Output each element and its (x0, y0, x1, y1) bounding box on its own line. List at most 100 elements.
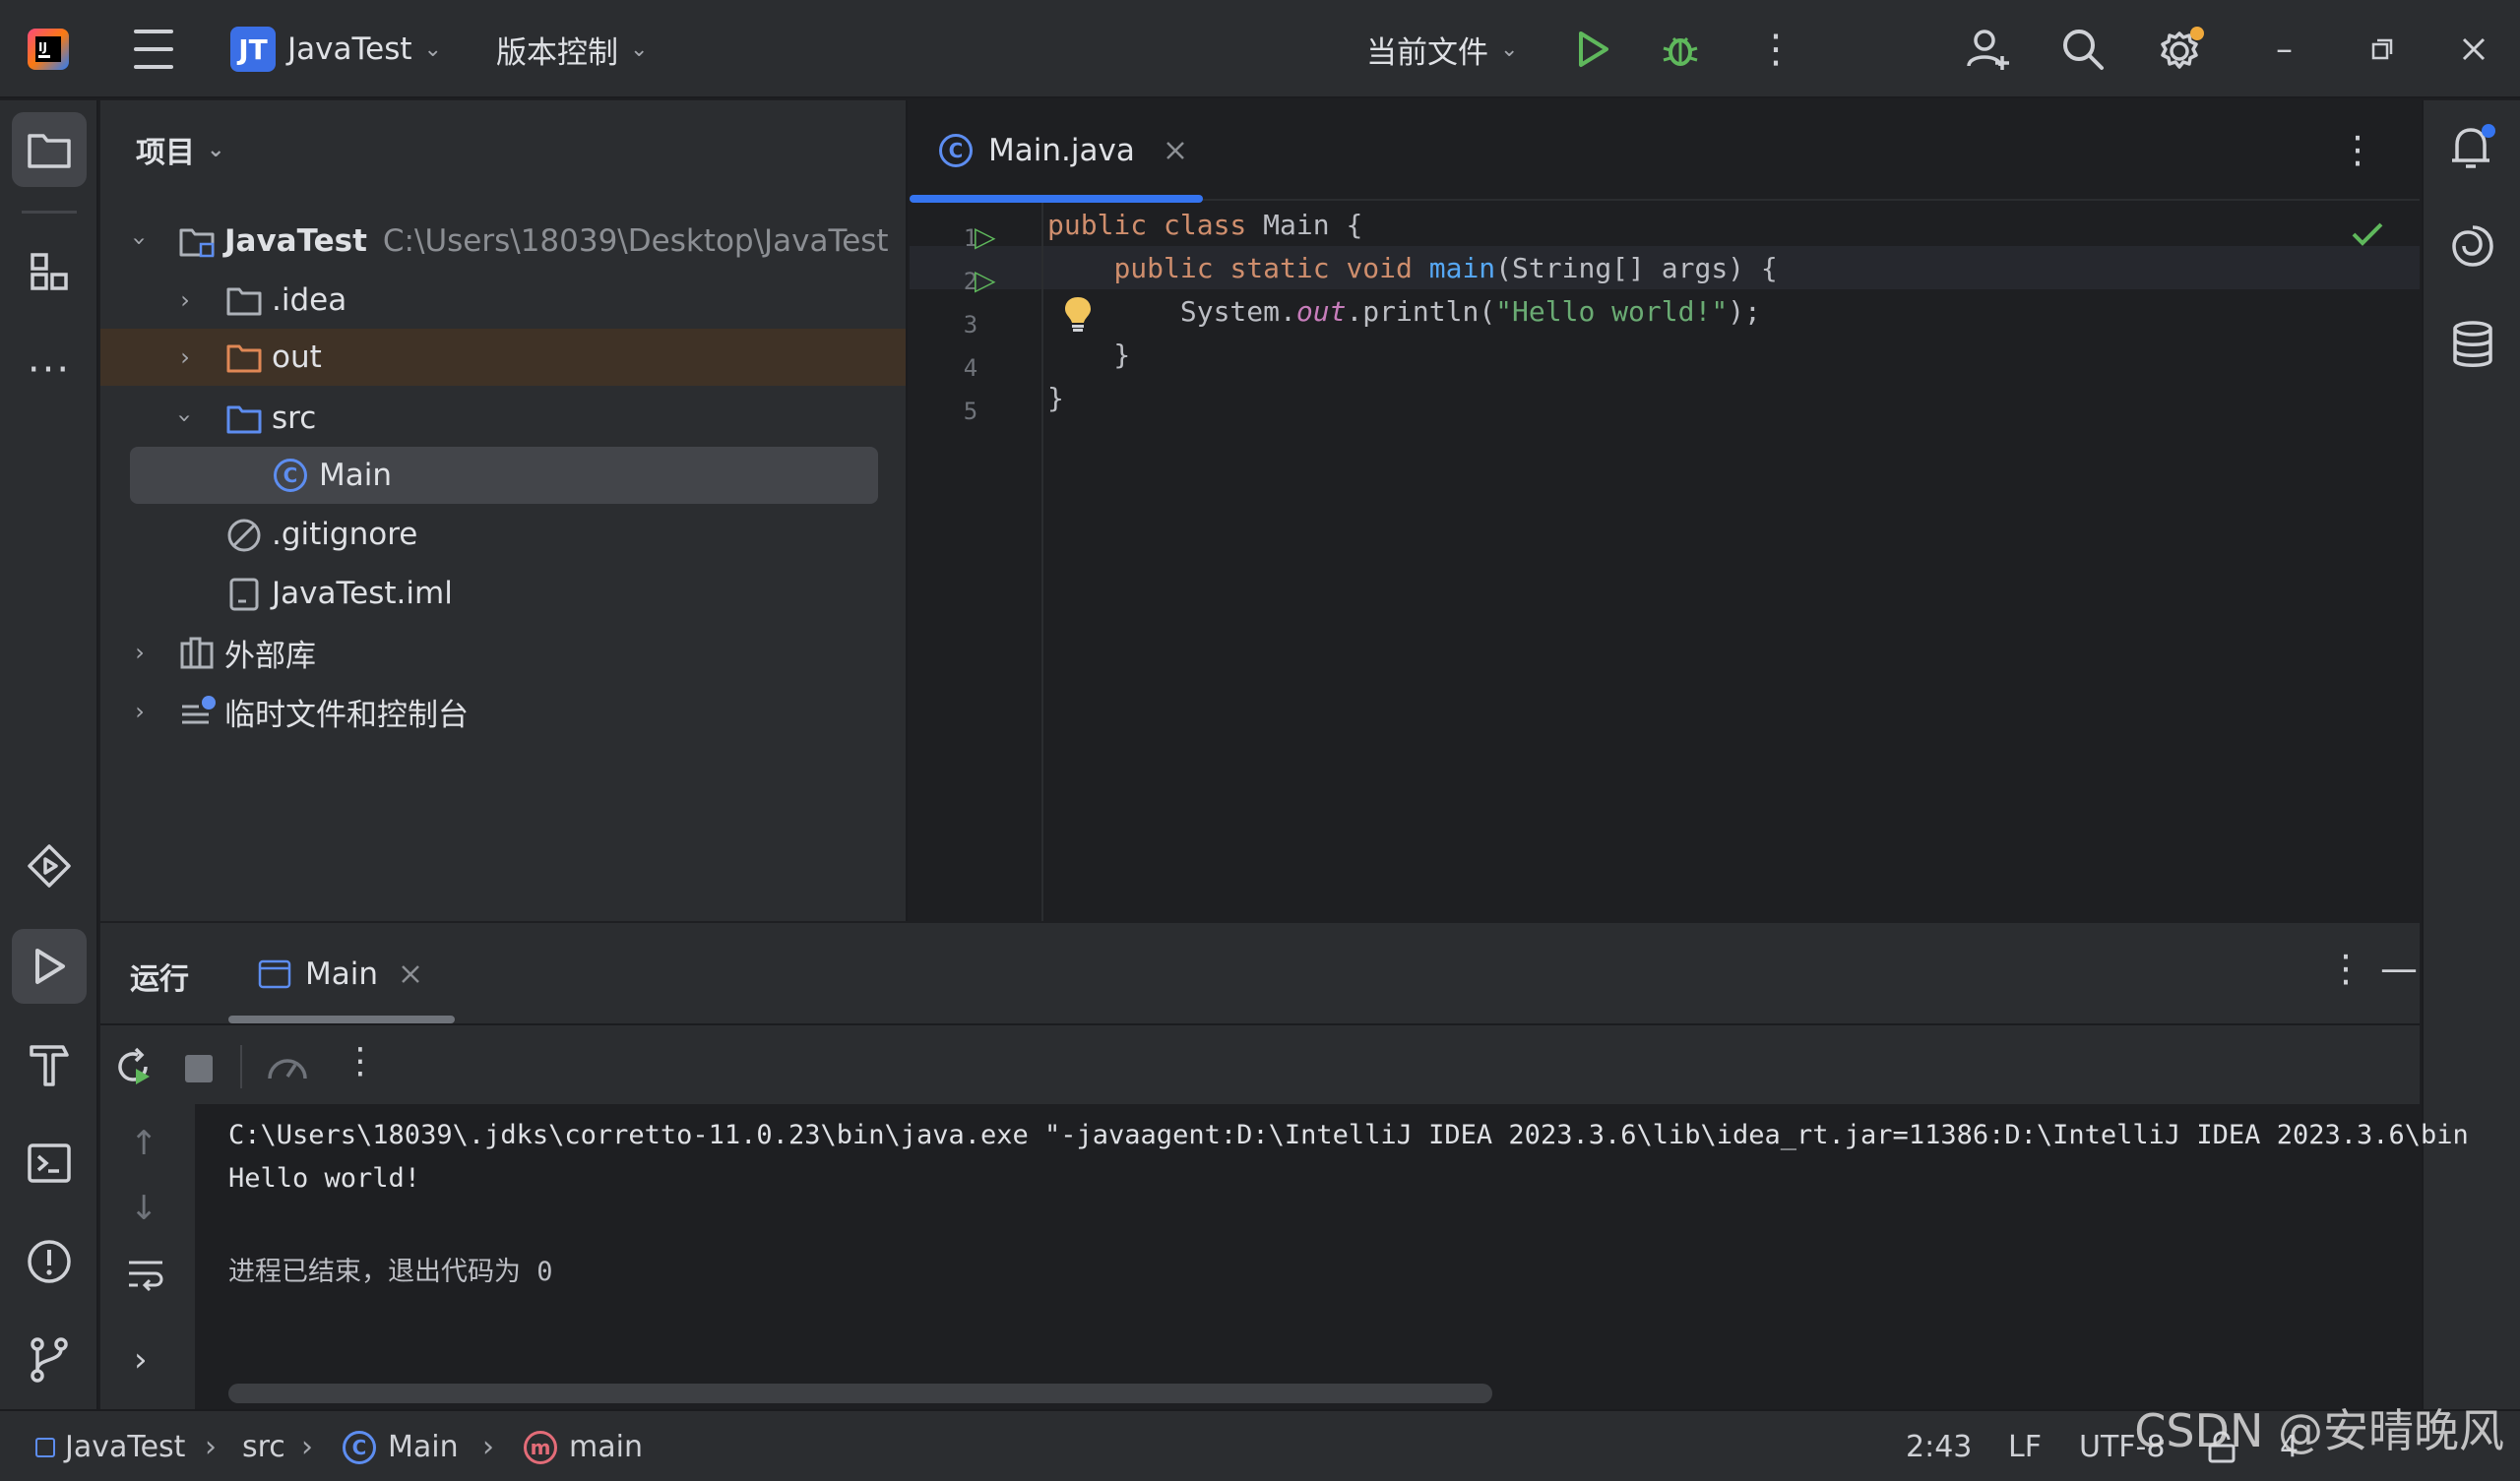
editor-tab-main-java[interactable]: C Main.java (910, 100, 1205, 203)
search-button[interactable] (2061, 0, 2105, 98)
run-gutter-icon[interactable]: ▷ (975, 220, 996, 253)
project-panel-header[interactable]: 项目 ⌄ (136, 128, 224, 171)
notifications-button[interactable] (2447, 122, 2498, 173)
project-selector[interactable]: JT JavaTest ⌄ (230, 0, 442, 98)
breadcrumb-main-method[interactable]: m main (524, 1411, 643, 1481)
run-tab-main[interactable]: Main (258, 923, 421, 1025)
watermark: CSDN @安晴晚风 (2134, 1404, 2504, 1457)
tree-item-src[interactable]: › src (100, 390, 906, 447)
run-icon (1579, 31, 1608, 67)
collapsed-arrow-icon[interactable]: › (128, 698, 152, 725)
soft-wrap-button[interactable] (126, 1258, 165, 1295)
scroll-up-icon[interactable]: ↑ (130, 1124, 158, 1163)
console-line: Hello world! (228, 1163, 421, 1194)
console-line: C:\Users\18039\.jdks\corretto-11.0.23\bi… (228, 1120, 2469, 1150)
services-tool-button[interactable] (12, 829, 87, 903)
more-tools-icon[interactable]: ··· (12, 333, 87, 407)
hammer-icon (30, 1045, 69, 1086)
static-field: out (1295, 294, 1347, 328)
close-tab-icon[interactable] (1165, 140, 1186, 161)
chevron-down-icon: ⌄ (1500, 36, 1519, 62)
terminal-tool-button[interactable] (12, 1126, 87, 1201)
main-menu-button[interactable] (134, 0, 173, 98)
close-tab-icon[interactable] (400, 963, 421, 985)
console-output[interactable]: C:\Users\18039\.jdks\corretto-11.0.23\bi… (195, 1104, 2469, 1409)
inspection-ok-icon[interactable] (2351, 220, 2384, 252)
tree-item-idea[interactable]: › .idea (100, 272, 906, 329)
editor-tab-label: Main.java (988, 133, 1135, 168)
hide-panel-icon[interactable]: — (2380, 947, 2420, 990)
tree-item-out[interactable]: › out (100, 329, 906, 386)
profiler-button[interactable] (266, 1047, 309, 1090)
code-line-2[interactable]: public static void main (String[] args) { (1047, 246, 1777, 289)
vcs-menu[interactable]: 版本控制 ⌄ (496, 0, 648, 98)
run-panel-title: 运行 (130, 962, 189, 997)
caret-position[interactable]: 2:43 (1906, 1411, 1972, 1481)
run-button[interactable] (1573, 0, 1612, 98)
more-actions-icon[interactable]: ⋮ (1756, 0, 1796, 98)
expanded-arrow-icon[interactable]: › (126, 229, 154, 253)
run-config-selector[interactable]: 当前文件 ⌄ (1366, 0, 1518, 98)
scroll-down-icon[interactable]: ↓ (130, 1189, 158, 1228)
rerun-icon (118, 1047, 150, 1084)
tree-item-main[interactable]: C Main (100, 447, 906, 504)
tree-label: 临时文件和控制台 (224, 697, 469, 733)
add-user-icon (1967, 30, 2009, 70)
code-line-5[interactable]: } (1047, 376, 1064, 419)
method-name: main (1428, 251, 1496, 284)
problems-tool-button[interactable] (12, 1224, 87, 1299)
horizontal-scrollbar[interactable] (228, 1384, 1492, 1403)
tree-item-javatest[interactable]: › JavaTest C:\Users\18039\Desktop\JavaTes… (100, 213, 906, 270)
structure-tool-button[interactable] (12, 234, 87, 309)
class-icon: C (343, 1430, 376, 1464)
database-button[interactable] (2447, 319, 2498, 370)
expand-toolbar-icon[interactable]: › (134, 1340, 148, 1380)
git-tool-button[interactable] (12, 1323, 87, 1397)
tree-item-external-libraries[interactable]: › 外部库 (100, 624, 906, 681)
folder-icon (226, 285, 264, 325)
code-line-4[interactable]: } (1047, 333, 1130, 376)
breadcrumb-main-class[interactable]: C Main (343, 1411, 459, 1481)
rerun-button[interactable] (114, 1047, 154, 1090)
project-panel: 项目 ⌄ › JavaTest C:\Users\18039\Desktop\Ja… (100, 100, 908, 921)
breadcrumb-separator-icon: › (205, 1430, 217, 1464)
expanded-arrow-icon[interactable]: › (171, 406, 199, 430)
code-with-me-button[interactable] (1965, 0, 2010, 98)
collapsed-arrow-icon[interactable]: › (173, 286, 197, 314)
close-window-button[interactable] (2461, 0, 2487, 98)
settings-button[interactable] (2158, 0, 2205, 98)
editor-options-icon[interactable]: ⋮ (2339, 128, 2376, 171)
restore-button[interactable] (2370, 0, 2394, 98)
run-gutter-icon[interactable]: ▷ (975, 264, 996, 296)
project-tool-button[interactable] (12, 112, 87, 187)
breadcrumb-project[interactable]: JavaTest (35, 1411, 185, 1481)
code-text: } (1047, 381, 1064, 414)
ai-assistant-button[interactable] (2447, 220, 2498, 272)
more-actions-icon[interactable]: ⋮ (343, 1041, 378, 1081)
code-line-3[interactable]: System. out .println("Hello world!"); (1047, 289, 1761, 333)
collapsed-arrow-icon[interactable]: › (128, 639, 152, 666)
line-separator[interactable]: LF (2008, 1411, 2042, 1481)
editor: C Main.java ⋮ 1 ▷ 2 ▷ 3 4 5 public class… (910, 100, 2420, 921)
ide-window: IJ JT JavaTest ⌄ 版本控制 ⌄ 当前文件 ⌄ ⋮ – ··· 项… (0, 0, 2520, 1481)
debug-button[interactable] (1660, 0, 1701, 98)
tree-item-iml[interactable]: JavaTest.iml (100, 565, 906, 622)
breadcrumb-label: Main (388, 1430, 459, 1464)
tree-label-text: JavaTest (224, 223, 367, 259)
run-tool-button[interactable] (12, 929, 87, 1004)
minimize-icon[interactable]: – (2276, 0, 2293, 98)
problems-icon (28, 1240, 71, 1283)
run-panel-options-icon[interactable]: ⋮ (2327, 947, 2364, 990)
terminal-icon (28, 1143, 71, 1183)
tree-item-gitignore[interactable]: .gitignore (100, 506, 906, 563)
right-tool-stripe (2422, 100, 2520, 1409)
collapsed-arrow-icon[interactable]: › (173, 343, 197, 371)
gauge-icon (268, 1059, 307, 1080)
build-tool-button[interactable] (12, 1027, 87, 1102)
breadcrumb-src[interactable]: src (242, 1411, 285, 1481)
stop-icon[interactable] (185, 1055, 213, 1082)
tree-item-scratches[interactable]: › 临时文件和控制台 (100, 683, 906, 740)
code-text: ); (1728, 294, 1761, 328)
code-line-1[interactable]: public class Main { (1047, 203, 1362, 246)
